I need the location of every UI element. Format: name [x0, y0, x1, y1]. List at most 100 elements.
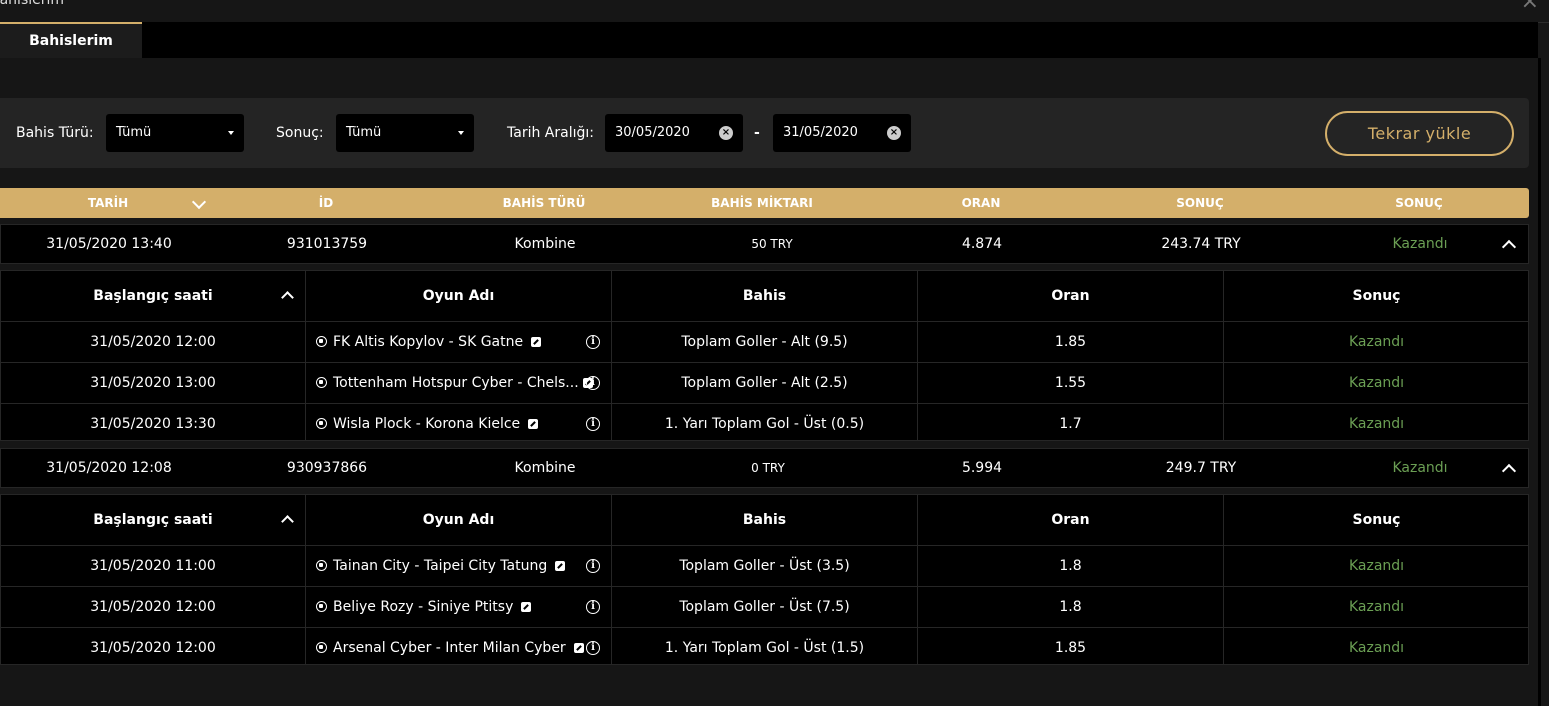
info-icon[interactable]: i: [586, 376, 600, 390]
info-icon[interactable]: i: [586, 641, 600, 655]
tab-bar: Bahislerim: [0, 22, 1538, 58]
clear-icon[interactable]: ×: [719, 126, 733, 140]
chevron-up-icon[interactable]: [1501, 463, 1517, 479]
date-to-input[interactable]: 31/05/2020 ×: [773, 114, 911, 152]
bet-type-label: Bahis Türü:: [16, 125, 94, 141]
selection-row: 31/05/2020 12:00 Beliye Rozy - Siniye Pt…: [1, 587, 1528, 628]
bet-payout: 249.7 TRY: [1165, 460, 1237, 476]
date-range-separator: -: [754, 125, 760, 141]
selection-game[interactable]: Arsenal Cyber - Inter Milan Cyber: [316, 628, 584, 668]
selection-game[interactable]: Wisla Plock - Korona Kielce: [316, 404, 539, 444]
selection-game[interactable]: Tottenham Hotspur Cyber - Chels...: [316, 363, 593, 403]
info-icon[interactable]: i: [586, 600, 600, 614]
selection-start: 31/05/2020 12:00: [90, 334, 216, 350]
bet-odds: 5.994: [961, 460, 1003, 476]
column-header-odds: ORAN: [961, 196, 1001, 210]
scrollbar-track[interactable]: [1538, 58, 1541, 706]
selection-odds: 1.8: [1059, 599, 1082, 615]
sub-header-bet: Bahis: [742, 288, 787, 304]
selection-bet: 1. Yarı Toplam Gol - Üst (1.5): [664, 640, 865, 656]
sub-header-game: Oyun Adı: [422, 512, 495, 528]
selection-bet: Toplam Goller - Alt (2.5): [681, 375, 848, 391]
soccer-ball-icon: [316, 642, 327, 653]
bet-type-value: Tümü: [116, 125, 152, 140]
selection-result: Kazandı: [1348, 640, 1405, 656]
selection-bet: Toplam Goller - Üst (7.5): [679, 599, 850, 615]
selection-row: 31/05/2020 13:30 Wisla Plock - Korona Ki…: [1, 404, 1528, 444]
selection-game[interactable]: FK Altis Kopylov - SK Gatne: [316, 322, 542, 362]
selection-bet: Toplam Goller - Üst (3.5): [679, 558, 850, 574]
window-title: Bahislerim: [0, 0, 65, 8]
external-link-icon[interactable]: [531, 337, 542, 347]
selection-result: Kazandı: [1348, 416, 1405, 432]
clear-icon[interactable]: ×: [887, 126, 901, 140]
sub-header-odds: Oran: [1051, 512, 1090, 528]
bet-status: Kazandı: [1392, 460, 1448, 476]
column-header-date[interactable]: TARİH: [88, 188, 128, 218]
selection-game-name: Wisla Plock - Korona Kielce: [333, 416, 521, 432]
bet-type: Kombine: [514, 460, 576, 476]
bet-date: 31/05/2020 12:08: [46, 460, 172, 476]
caret-down-icon: [228, 131, 234, 135]
window-titlebar: Bahislerim ×: [0, 0, 1549, 23]
bet-odds: 4.874: [961, 236, 1003, 252]
selection-game-name: Arsenal Cyber - Inter Milan Cyber: [333, 640, 566, 656]
soccer-ball-icon: [316, 560, 327, 571]
selection-start: 31/05/2020 12:00: [90, 599, 216, 615]
info-icon[interactable]: i: [586, 335, 600, 349]
bet-type-select[interactable]: Tümü: [106, 114, 244, 152]
date-from-input[interactable]: 30/05/2020 ×: [605, 114, 743, 152]
info-icon[interactable]: i: [586, 559, 600, 573]
info-icon[interactable]: i: [586, 417, 600, 431]
selection-row: 31/05/2020 11:00 Tainan City - Taipei Ci…: [1, 546, 1528, 587]
sub-header-game: Oyun Adı: [422, 288, 495, 304]
selection-row: 31/05/2020 12:00 FK Altis Kopylov - SK G…: [1, 322, 1528, 363]
selection-game-name: Beliye Rozy - Siniye Ptitsy: [333, 599, 514, 615]
bet-selections-table: Başlangıç saati Oyun Adı Bahis Oran Sonu…: [0, 270, 1529, 441]
bet-selections-table: Başlangıç saati Oyun Adı Bahis Oran Sonu…: [0, 494, 1529, 665]
chevron-down-icon[interactable]: [191, 194, 207, 210]
selection-row: 31/05/2020 13:00 Tottenham Hotspur Cyber…: [1, 363, 1528, 404]
reload-button[interactable]: Tekrar yükle: [1325, 111, 1514, 156]
column-header-id: İD: [318, 196, 334, 210]
sub-header-start[interactable]: Başlangıç saati: [1, 495, 305, 545]
bet-id: 930937866: [286, 460, 368, 476]
filter-bar: Bahis Türü: Tümü Sonuç: Tümü Tarih Aralı…: [0, 98, 1529, 168]
selection-odds: 1.85: [1054, 640, 1087, 656]
bet-payout: 243.74 TRY: [1161, 236, 1241, 252]
selection-odds: 1.55: [1054, 375, 1087, 391]
selection-start: 31/05/2020 13:30: [90, 416, 216, 432]
selection-game[interactable]: Beliye Rozy - Siniye Ptitsy: [316, 587, 532, 627]
selection-result: Kazandı: [1348, 334, 1405, 350]
result-label: Sonuç:: [276, 125, 324, 141]
external-link-icon[interactable]: [528, 419, 539, 429]
selection-game[interactable]: Tainan City - Taipei City Tatung: [316, 546, 566, 586]
bet-date: 31/05/2020 13:40: [46, 236, 172, 252]
sub-header-result: Sonuç: [1352, 288, 1401, 304]
bet-type: Kombine: [514, 236, 576, 252]
selections-header: Başlangıç saati Oyun Adı Bahis Oran Sonu…: [1, 495, 1528, 546]
soccer-ball-icon: [316, 601, 327, 612]
external-link-icon[interactable]: [555, 561, 566, 571]
sub-header-bet: Bahis: [742, 512, 787, 528]
caret-down-icon: [458, 131, 464, 135]
date-range-label: Tarih Aralığı:: [507, 125, 594, 141]
bet-row[interactable]: 31/05/2020 13:40 931013759 Kombine 50 TR…: [0, 224, 1529, 264]
result-select[interactable]: Tümü: [336, 114, 474, 152]
selection-result: Kazandı: [1348, 599, 1405, 615]
selection-result: Kazandı: [1348, 558, 1405, 574]
external-link-icon[interactable]: [573, 643, 584, 653]
soccer-ball-icon: [316, 418, 327, 429]
close-icon[interactable]: ×: [1521, 0, 1539, 13]
bet-amount: 0 TRY: [751, 461, 785, 475]
bet-row[interactable]: 31/05/2020 12:08 930937866 Kombine 0 TRY…: [0, 448, 1529, 488]
external-link-icon[interactable]: [521, 602, 532, 612]
selection-game-name: FK Altis Kopylov - SK Gatne: [333, 334, 524, 350]
tab-bahislerim[interactable]: Bahislerim: [0, 22, 142, 58]
selections-header: Başlangıç saati Oyun Adı Bahis Oran Sonu…: [1, 271, 1528, 322]
sub-header-odds: Oran: [1051, 288, 1090, 304]
selection-start: 31/05/2020 12:00: [90, 640, 216, 656]
column-header-status: SONUÇ: [1395, 196, 1443, 210]
sub-header-start[interactable]: Başlangıç saati: [1, 271, 305, 321]
chevron-up-icon[interactable]: [1501, 239, 1517, 255]
